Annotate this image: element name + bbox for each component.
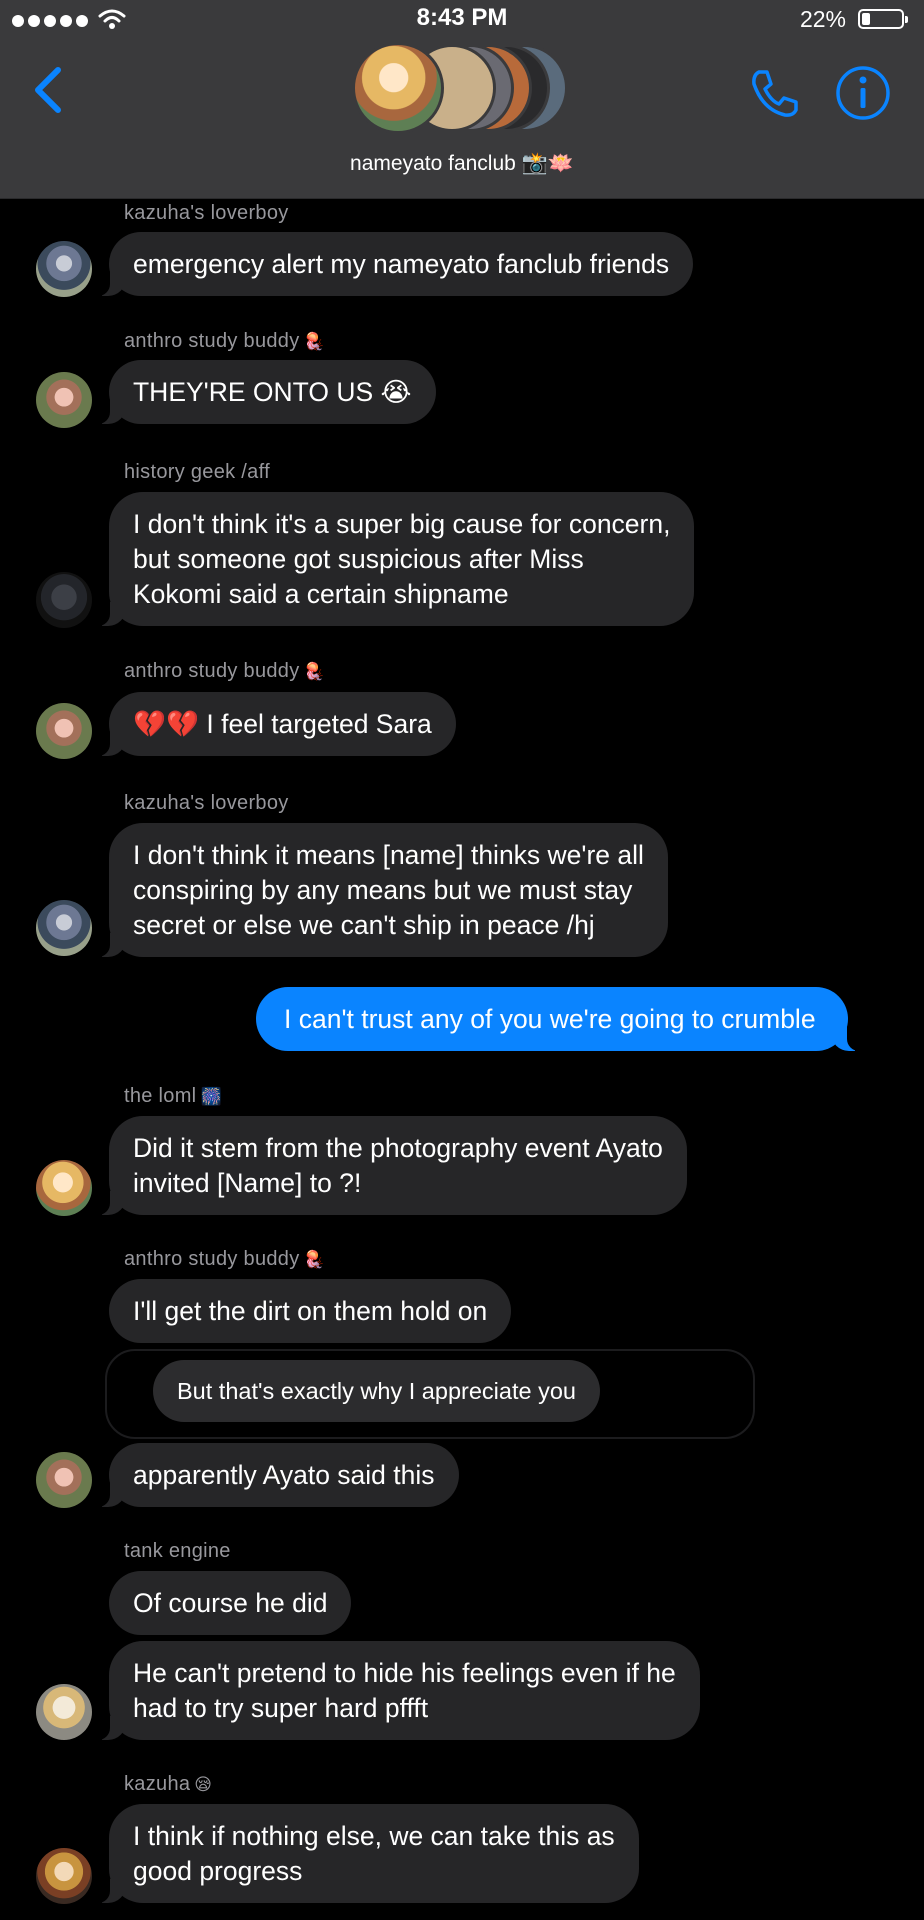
message-bubble[interactable]: apparently Ayato said this — [96, 1443, 459, 1507]
message-line: conspiring by any means but we must stay — [133, 875, 633, 905]
back-chevron-icon[interactable] — [28, 62, 68, 118]
outgoing-message-bubble[interactable]: I can't trust any of you we're going to … — [256, 987, 861, 1051]
sender-avatar[interactable] — [36, 1848, 92, 1904]
message-line: He can't pretend to hide his feelings ev… — [133, 1658, 676, 1688]
message-line: invited [Name] to ?! — [133, 1168, 362, 1198]
message-bubble[interactable]: I don't think it means [name] thinks we'… — [96, 823, 668, 957]
info-icon[interactable] — [834, 64, 892, 122]
message-bubble[interactable]: 💔💔 I feel targeted Sara — [96, 692, 456, 756]
message-sender: anthro study buddy 🪼 — [124, 330, 325, 352]
message-bubble[interactable]: He can't pretend to hide his feelings ev… — [96, 1641, 700, 1740]
message-bubble[interactable]: Did it stem from the photography event A… — [96, 1116, 687, 1215]
sender-avatar[interactable] — [36, 372, 92, 428]
message-sender: the loml 🎆 — [124, 1085, 222, 1107]
message-line: had to try super hard pffft — [133, 1693, 429, 1723]
battery-icon — [858, 9, 908, 29]
conversation-header: 8:43 PM 22% nameyato fanclub 📸🪷 — [0, 0, 924, 199]
message-line: I don't think it's a super big cause for… — [133, 509, 671, 539]
message-sender: kazuha 😪 — [124, 1773, 213, 1795]
group-member-avatar — [352, 42, 444, 134]
sender-avatar[interactable] — [36, 241, 92, 297]
message-line: I don't think it means [name] thinks we'… — [133, 840, 644, 870]
message-bubble[interactable]: I don't think it's a super big cause for… — [95, 492, 695, 626]
group-name[interactable]: nameyato fanclub 📸🪷 — [0, 152, 924, 176]
sender-avatar[interactable] — [36, 703, 92, 759]
sender-avatar[interactable] — [36, 1160, 92, 1216]
status-bar: 8:43 PM 22% — [0, 0, 924, 40]
message-bubble[interactable]: Of course he did — [109, 1571, 352, 1635]
message-bubble[interactable]: I'll get the dirt on them hold on — [109, 1279, 512, 1343]
message-bubble[interactable]: emergency alert my nameyato fanclub frie… — [95, 232, 694, 296]
quoted-message-bubble[interactable]: But that's exactly why I appreciate you — [153, 1360, 600, 1422]
message-sender: anthro study buddy 🪼 — [124, 1248, 325, 1270]
sender-avatar[interactable] — [36, 1452, 92, 1508]
message-sender: history geek /aff — [124, 461, 270, 483]
phone-icon[interactable] — [745, 64, 803, 122]
message-line: Did it stem from the photography event A… — [133, 1133, 663, 1163]
sender-avatar[interactable] — [36, 572, 92, 628]
sender-avatar[interactable] — [36, 900, 92, 956]
message-sender: anthro study buddy 🪼 — [124, 660, 325, 682]
sender-avatar[interactable] — [36, 1684, 92, 1740]
message-line: good progress — [133, 1856, 303, 1886]
message-line: secret or else we can't ship in peace /h… — [133, 910, 595, 940]
message-bubble[interactable]: THEY'RE ONTO US 😭 — [96, 360, 436, 424]
group-avatar-stack[interactable] — [352, 40, 572, 138]
status-time: 8:43 PM — [416, 4, 508, 31]
message-sender: tank engine — [124, 1540, 231, 1562]
message-bubble[interactable]: I think if nothing else, we can take thi… — [96, 1804, 639, 1903]
message-line: but someone got suspicious after Miss — [133, 544, 584, 574]
battery-fill — [862, 13, 870, 25]
message-sender: kazuha's loverboy — [124, 202, 289, 224]
battery-percent: 22% — [799, 6, 846, 32]
message-line: Kokomi said a certain shipname — [133, 579, 509, 609]
message-sender: kazuha's loverboy — [124, 792, 289, 814]
message-line: I think if nothing else, we can take thi… — [133, 1821, 615, 1851]
